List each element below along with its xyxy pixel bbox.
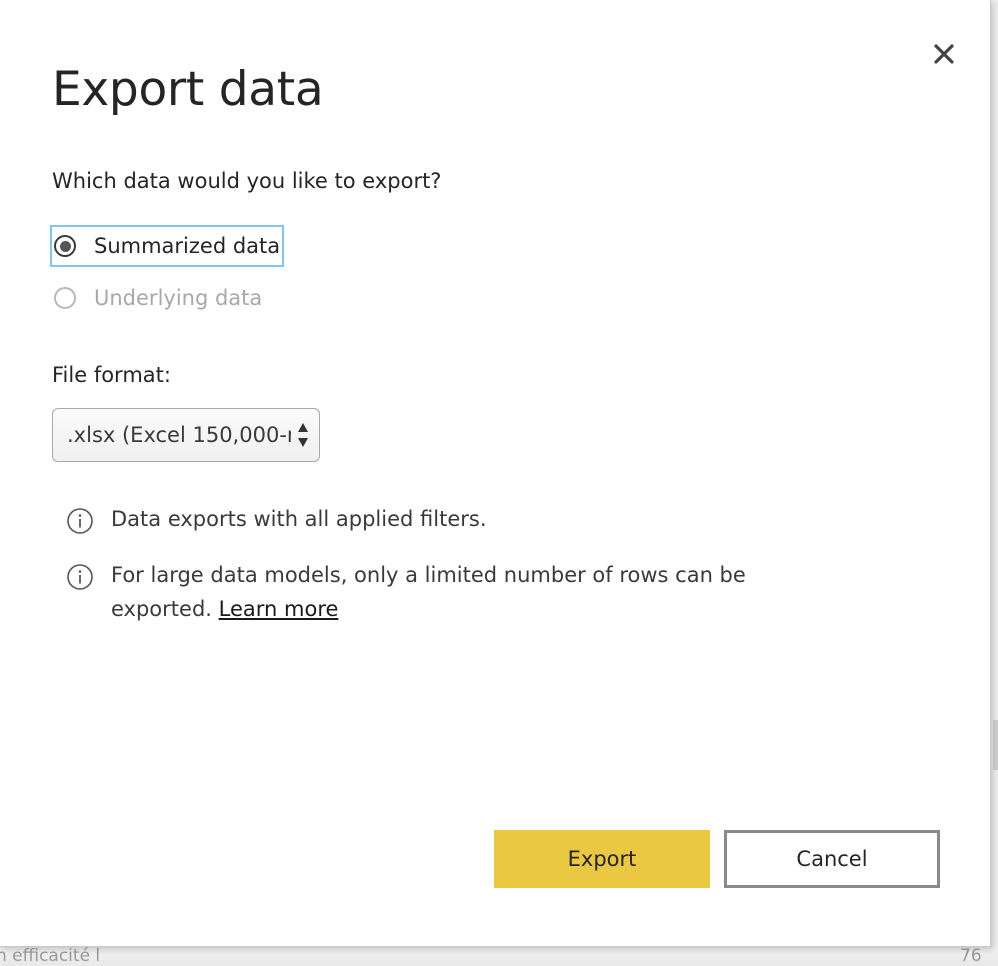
file-format-label: File format: — [52, 363, 171, 387]
radio-unchecked-icon — [54, 287, 76, 309]
export-button[interactable]: Export — [494, 830, 710, 888]
info-text-block: For large data models, only a limited nu… — [111, 558, 801, 626]
select-updown-icon — [298, 423, 308, 447]
file-format-select[interactable]: .xlsx (Excel 150,000-rows max) — [52, 408, 320, 462]
background-number: 76 — [960, 946, 982, 966]
radio-underlying-data[interactable]: Underlying data — [52, 279, 262, 317]
radio-label: Underlying data — [94, 286, 263, 310]
info-text: For large data models, only a limited nu… — [111, 563, 746, 621]
close-icon — [934, 44, 954, 64]
learn-more-link[interactable]: Learn more — [219, 597, 339, 621]
info-icon — [67, 564, 93, 590]
dialog-title: Export data — [52, 62, 324, 117]
background-scrollbar — [993, 720, 998, 770]
background-text: n efficacité l — [0, 946, 101, 966]
file-format-value: .xlsx (Excel 150,000-rows max) — [67, 423, 291, 447]
info-filters: Data exports with all applied filters. — [66, 505, 801, 536]
export-question: Which data would you like to export? — [52, 169, 442, 193]
info-large-models: For large data models, only a limited nu… — [66, 561, 801, 626]
radio-label: Summarized data — [94, 234, 281, 258]
info-text: Data exports with all applied filters. — [111, 507, 487, 531]
cancel-button[interactable]: Cancel — [724, 830, 940, 888]
info-icon — [67, 508, 93, 534]
radio-summarized-data[interactable]: Summarized data — [49, 225, 285, 267]
radio-checked-icon — [54, 235, 76, 257]
export-data-dialog: Export data Which data would you like to… — [0, 0, 991, 947]
close-button[interactable] — [928, 38, 960, 70]
